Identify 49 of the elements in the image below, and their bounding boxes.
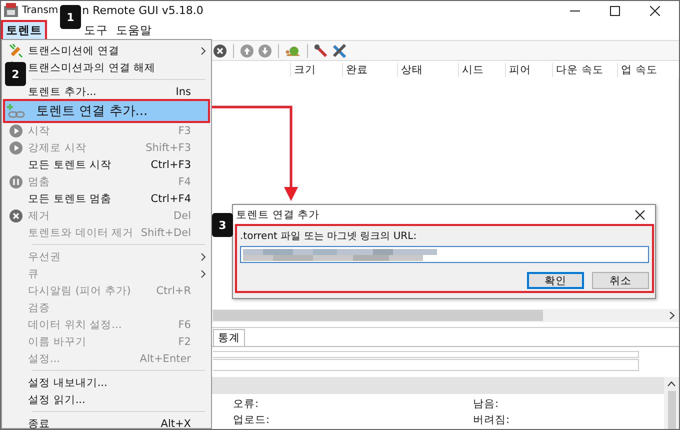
scrollbar-thumb[interactable]	[213, 310, 543, 321]
remove-icon	[9, 208, 23, 222]
menu-item[interactable]: 모든 토렌트 멈춤 Ctrl+F4	[28, 190, 209, 207]
app-icon	[3, 3, 19, 18]
menu-item[interactable]: 모든 토렌트 시작 Ctrl+F3	[28, 156, 209, 173]
column-header[interactable]: 상태	[397, 63, 458, 77]
play-icon	[9, 124, 23, 138]
dialog-title: 토렌트 연결 추가	[236, 208, 320, 222]
step-badge: 2	[5, 62, 26, 86]
menu-item[interactable]: 설정 읽기...	[28, 391, 209, 408]
caret-up-icon[interactable]	[667, 381, 676, 387]
step-badge: 1	[60, 5, 81, 29]
column-header[interactable]: 완료	[342, 63, 397, 77]
url-field[interactable]	[240, 246, 649, 263]
close-icon[interactable]	[650, 6, 660, 16]
menu-item[interactable]: 토렌트 추가... Ins	[28, 83, 209, 100]
dialog-button[interactable]: 취소	[592, 272, 649, 289]
snail-icon[interactable]	[285, 44, 301, 56]
play-icon	[9, 140, 23, 154]
menu-item[interactable]: 종료 Alt+X	[28, 415, 209, 429]
menu-bar-item[interactable]: 도구	[80, 20, 112, 40]
chevron-right-icon[interactable]	[669, 311, 675, 320]
menu-bar-item[interactable]: 도움말	[112, 20, 156, 40]
column-header[interactable]: 크기	[290, 63, 342, 77]
field-label: 오류:	[233, 397, 260, 411]
field-label: 업로드:	[233, 413, 271, 427]
window-title: n Remote GUI v5.18.0	[82, 4, 204, 17]
column-header[interactable]: 피어	[505, 63, 552, 77]
remove-icon[interactable]	[213, 44, 227, 58]
field-label: 버려짐:	[473, 413, 511, 427]
tab[interactable]: 통계	[213, 329, 245, 346]
window-title: Transm	[22, 5, 58, 16]
maximize-icon[interactable]	[610, 6, 620, 16]
step-badge: 3	[212, 213, 233, 237]
scrollbar-thumb[interactable]	[668, 391, 676, 429]
menu-item[interactable]: 설정 내보내기...	[28, 374, 209, 391]
column-header[interactable]: 업 속도	[617, 63, 677, 77]
field-label: .torrent 파일 또는 마그넷 링크의 URL:	[240, 230, 418, 243]
menu-item[interactable]: 트랜스미션과의 연결 해제	[28, 59, 209, 76]
link-plus-icon	[6, 103, 26, 119]
column-header[interactable]: 다운 속도	[552, 63, 617, 77]
column-header[interactable]: 시드	[458, 63, 505, 77]
menu-item[interactable]: 토렌트 연결 추가...	[4, 100, 209, 122]
menu-bar-item[interactable]: 토렌트	[2, 20, 46, 40]
tools-icon[interactable]	[332, 44, 347, 58]
pause-icon	[9, 174, 23, 188]
dialog-button[interactable]: 확인	[527, 272, 584, 289]
field-label: 남음:	[473, 397, 500, 411]
close-icon[interactable]	[635, 210, 645, 220]
